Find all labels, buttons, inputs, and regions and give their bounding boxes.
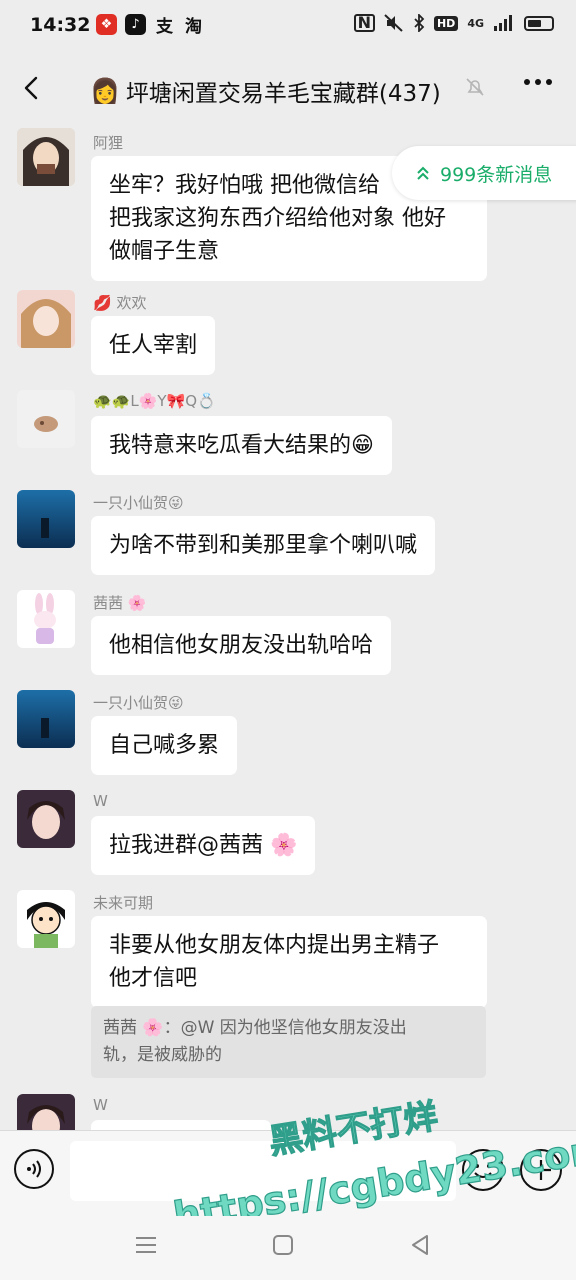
hd-badge: HD: [433, 15, 459, 31]
pinduoduo-icon: ❖: [96, 14, 117, 35]
emoji-button[interactable]: [462, 1149, 504, 1191]
more-options-button[interactable]: [524, 79, 552, 85]
message-bubble[interactable]: 拉我进群@茜茜 🌸: [91, 816, 316, 875]
avatar[interactable]: [17, 890, 75, 948]
message-bubble[interactable]: 自己喊多累: [91, 716, 238, 775]
voice-input-button[interactable]: [14, 1149, 54, 1189]
new-messages-button[interactable]: 999条新消息: [392, 146, 576, 200]
battery-icon: [524, 15, 554, 31]
quoted-reply[interactable]: 茜茜 🌸：@W 因为他坚信他女朋友没出 轨，是被威胁的: [91, 1006, 486, 1078]
double-chevron-up-icon: [417, 166, 429, 180]
status-app-icons: ❖ ♪ 支 淘: [96, 14, 204, 37]
message-bubble[interactable]: 我特意来吃瓜看大结果的😁: [91, 416, 392, 475]
new-messages-label: 999条新消息: [440, 163, 553, 186]
taobao-icon: 淘: [185, 17, 202, 37]
message-bubble[interactable]: 非要从他女朋友体内提出男主精子 他才信吧: [91, 916, 487, 1008]
avatar[interactable]: [17, 790, 75, 848]
signal-icon: [494, 15, 512, 31]
sender-name: 阿狸: [93, 134, 124, 152]
chat-title: 坪塘闲置交易羊毛宝藏群(437): [125, 81, 441, 107]
home-icon[interactable]: [271, 1233, 295, 1257]
avatar[interactable]: [17, 128, 75, 186]
status-time: 14:32: [30, 14, 91, 36]
voice-icon: [27, 1160, 41, 1178]
bluetooth-icon: [414, 14, 425, 32]
avatar[interactable]: [17, 390, 75, 448]
sender-name: 一只小仙贺😜: [93, 494, 184, 512]
message-bubble[interactable]: [91, 1120, 271, 1130]
group-emoji: 👩: [90, 77, 120, 105]
input-bar: [0, 1130, 576, 1221]
smiley-icon: [474, 1164, 492, 1178]
avatar[interactable]: [17, 490, 75, 548]
back-button[interactable]: [14, 70, 50, 106]
sender-name: 茜茜 🌸: [93, 594, 147, 612]
status-bar: 14:32 ❖ ♪ 支 淘 N HD 4G: [0, 0, 576, 54]
message-bubble[interactable]: 任人宰割: [91, 316, 216, 375]
status-indicators: N HD 4G: [353, 14, 554, 32]
chat-header: 👩 坪塘闲置交易羊毛宝藏群(437): [0, 54, 576, 124]
avatar[interactable]: [17, 290, 75, 348]
avatar[interactable]: [17, 690, 75, 748]
avatar[interactable]: [17, 1094, 75, 1130]
avatar[interactable]: [17, 590, 75, 648]
more-functions-button[interactable]: [520, 1149, 562, 1191]
message-input[interactable]: [70, 1141, 456, 1201]
sender-name: 一只小仙贺😜: [93, 694, 184, 712]
message-bubble[interactable]: 他相信他女朋友没出轨哈哈: [91, 616, 392, 675]
mute-status-icon: [384, 14, 403, 32]
message-list[interactable]: 阿狸 坐牢？我好怕哦 把他微信给 把我家这狗东西介绍给他对象 他好 做帽子生意 …: [0, 124, 576, 1130]
sender-name: W: [93, 1096, 108, 1114]
sender-name: 💋 欢欢: [93, 294, 147, 312]
sender-name: 未来可期: [93, 894, 154, 912]
message-bubble[interactable]: 为啥不带到和美那里拿个喇叭喊: [91, 516, 436, 575]
tiktok-icon: ♪: [125, 14, 146, 35]
sender-name: 🐢🐢L🌸Y🎀Q💍: [93, 392, 216, 410]
nfc-icon: N: [353, 14, 375, 32]
sender-name: W: [93, 792, 108, 810]
bell-muted-icon: [466, 78, 484, 96]
back-nav-icon[interactable]: [408, 1233, 432, 1257]
menu-icon[interactable]: [133, 1233, 159, 1257]
system-navigation-bar: [0, 1220, 576, 1280]
plus-icon: [531, 1160, 551, 1180]
chat-title-group[interactable]: 👩 坪塘闲置交易羊毛宝藏群(437): [90, 74, 441, 108]
network-type: 4G: [467, 16, 484, 30]
alipay-icon: 支: [156, 17, 173, 37]
